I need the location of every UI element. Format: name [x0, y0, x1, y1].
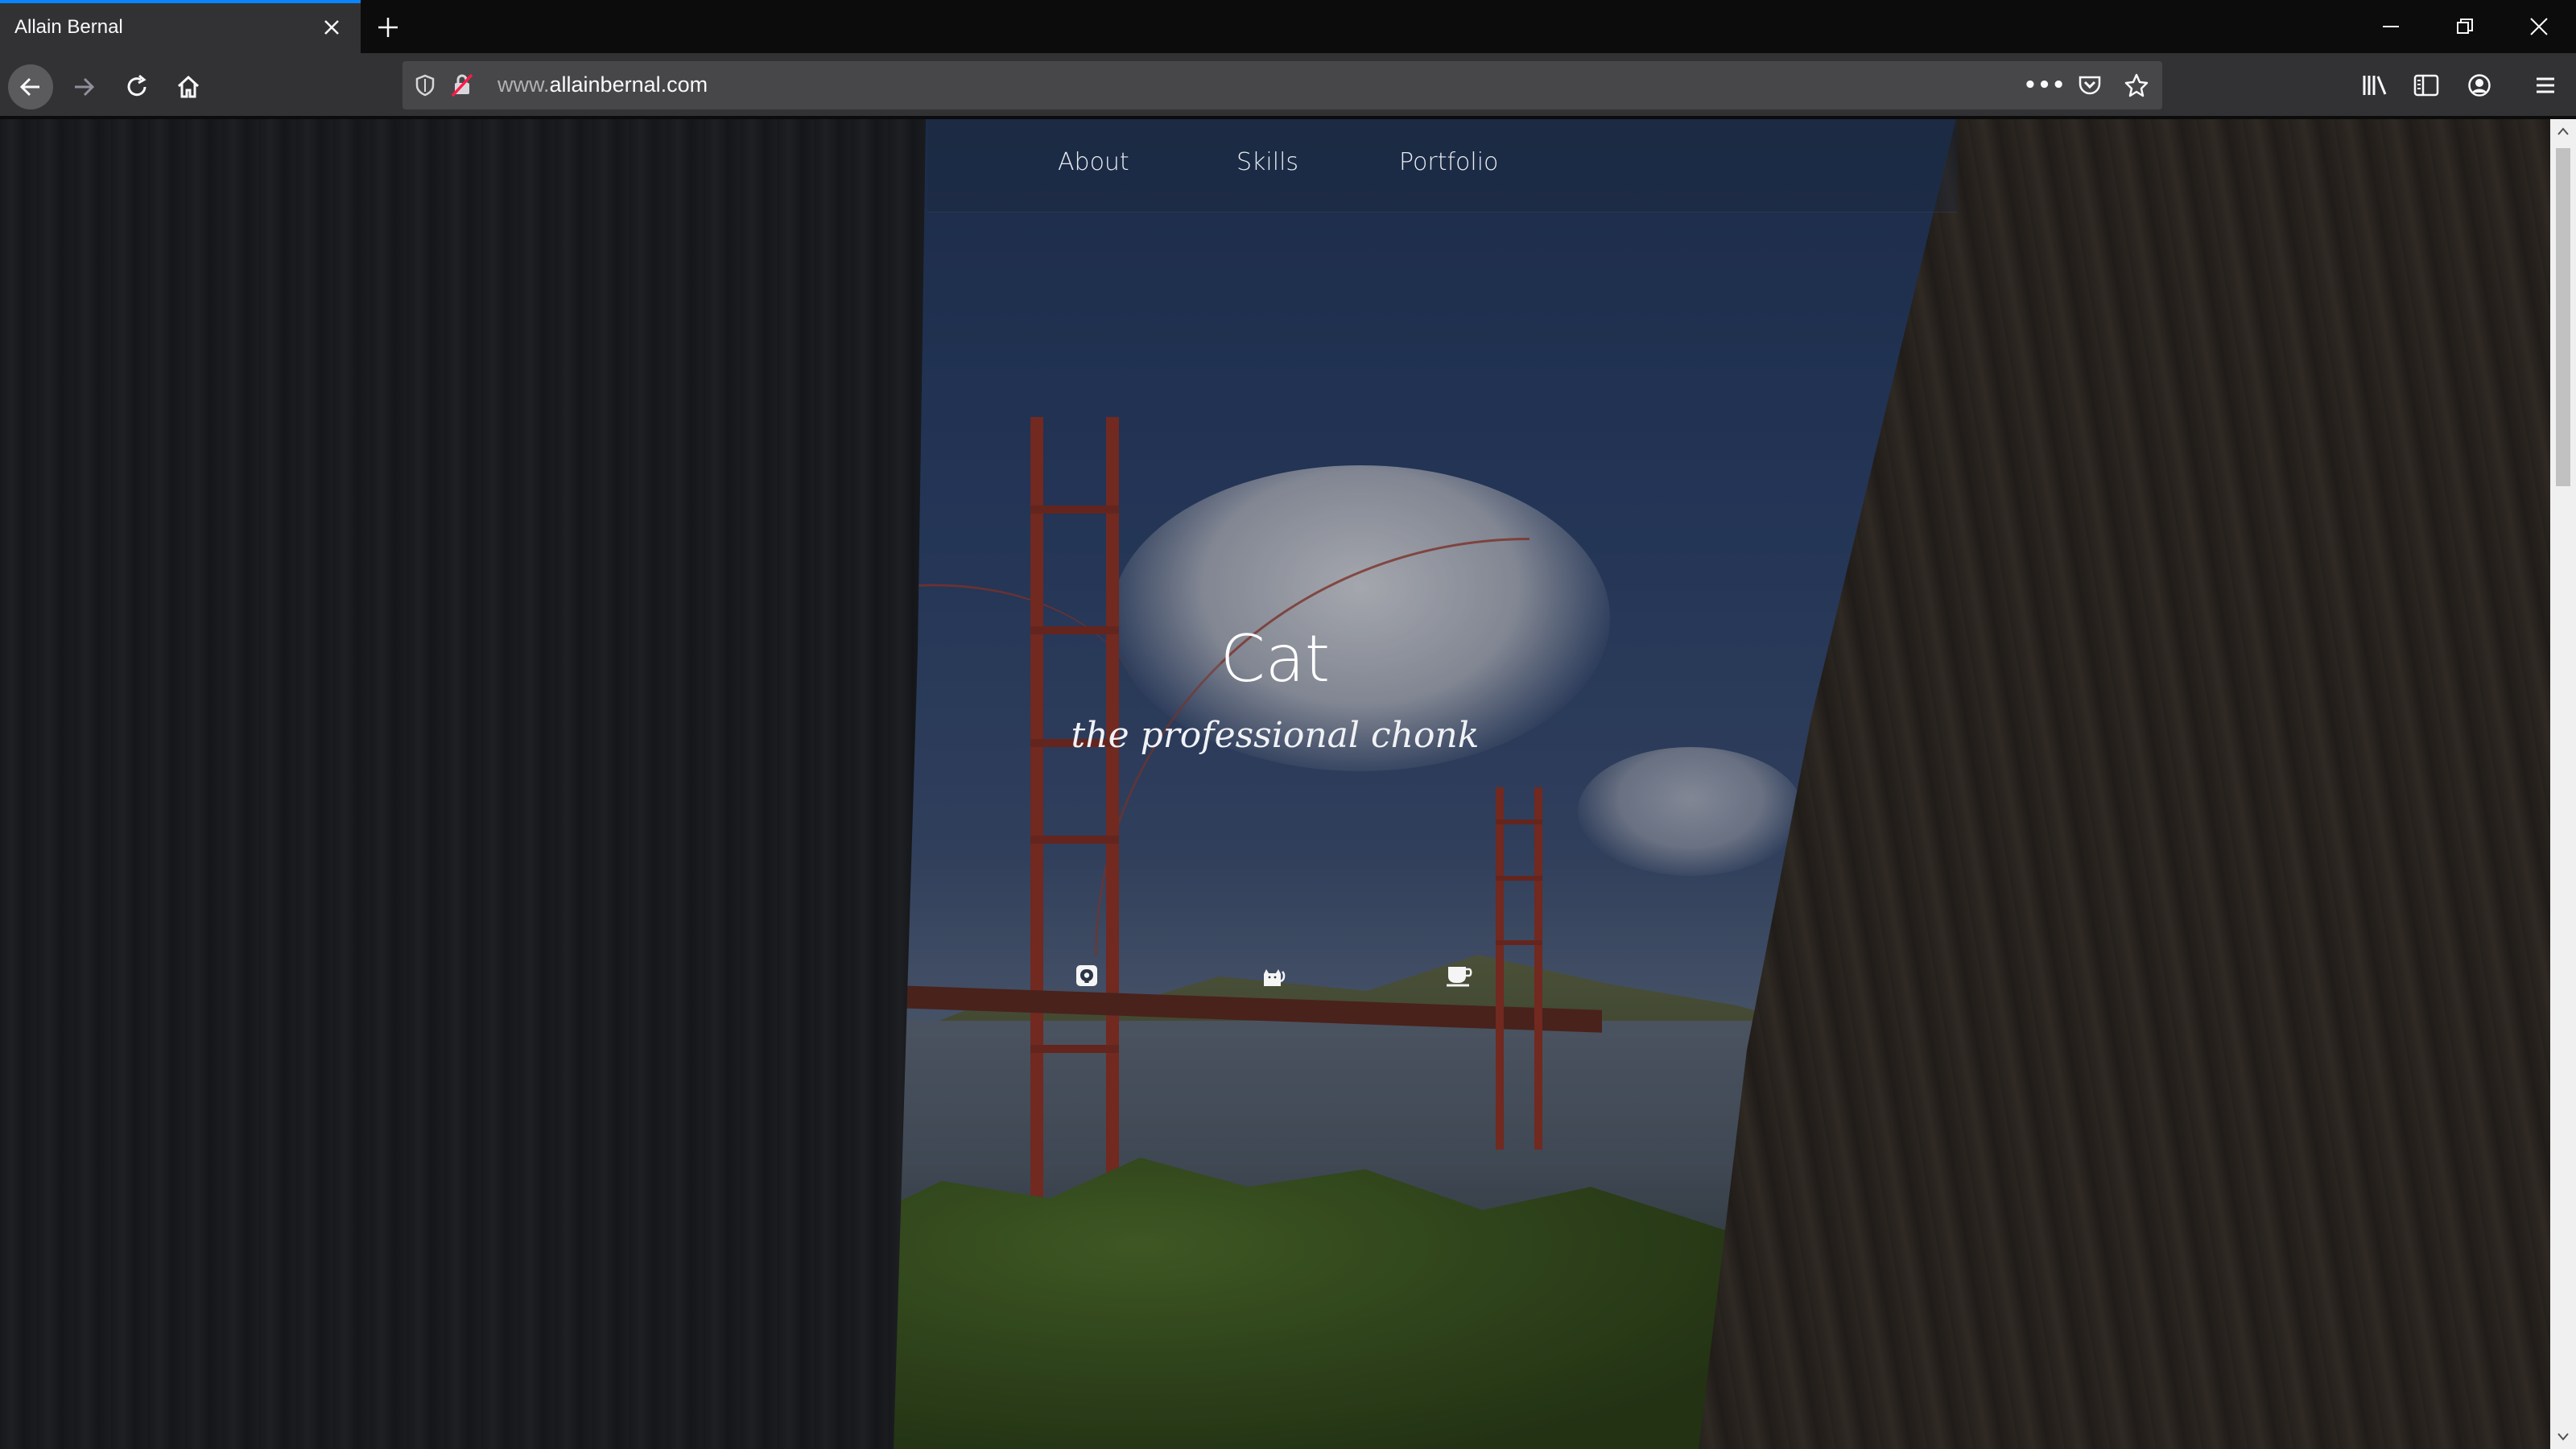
hero-title: Cat — [1220, 621, 1331, 696]
hero-subtitle: the professional chonk — [1071, 715, 1480, 756]
page-actions-menu-icon[interactable]: ••• — [2024, 72, 2066, 98]
save-to-pocket-icon[interactable] — [2077, 72, 2103, 98]
page-scrollbar[interactable] — [2550, 119, 2576, 1449]
hamburger-menu-icon[interactable] — [2529, 69, 2562, 101]
reload-button[interactable] — [114, 64, 159, 109]
forward-button[interactable] — [61, 64, 106, 109]
new-tab-icon[interactable] — [372, 11, 404, 43]
nav-link-portfolio[interactable]: Portfolio — [1399, 148, 1498, 176]
restore-icon[interactable] — [2441, 6, 2489, 47]
close-window-icon[interactable] — [2515, 6, 2563, 47]
close-tab-icon[interactable] — [319, 14, 345, 40]
url-prefix: www. — [497, 72, 550, 97]
tab-strip: Allain Bernal — [0, 0, 2576, 53]
insecure-connection-icon[interactable] — [449, 72, 475, 98]
minimize-icon[interactable] — [2367, 6, 2415, 47]
back-button[interactable] — [8, 64, 53, 109]
nav-link-about[interactable]: About — [1058, 148, 1129, 176]
page-viewport: About Skills Portfolio Cat the professio… — [0, 119, 2550, 1449]
url-host: allainbernal.com — [549, 72, 708, 97]
active-tab[interactable]: Allain Bernal — [0, 0, 361, 53]
sidebar-toggle-icon[interactable] — [2410, 69, 2442, 101]
navigation-toolbar: www.allainbernal.com ••• — [0, 53, 2576, 118]
scrollbar-thumb[interactable] — [2556, 148, 2570, 486]
home-button[interactable] — [166, 64, 211, 109]
tab-title: Allain Bernal — [14, 16, 123, 38]
overlay-shade — [0, 119, 2550, 1449]
address-bar[interactable]: www.allainbernal.com ••• — [402, 61, 2162, 109]
cat-icon[interactable] — [1254, 956, 1293, 995]
scroll-down-arrow-icon[interactable] — [2550, 1425, 2576, 1449]
library-icon[interactable] — [2359, 69, 2391, 101]
url-text[interactable]: www.allainbernal.com — [497, 72, 708, 97]
scroll-up-arrow-icon[interactable] — [2550, 119, 2576, 143]
github-icon[interactable] — [1067, 956, 1106, 995]
account-icon[interactable] — [2463, 69, 2496, 101]
nav-link-skills[interactable]: Skills — [1236, 148, 1298, 176]
site-header-nav: About Skills Portfolio — [927, 119, 1958, 213]
bookmark-star-icon[interactable] — [2124, 72, 2149, 98]
coffee-icon[interactable] — [1441, 956, 1480, 995]
tracking-protection-shield-icon[interactable] — [412, 72, 438, 98]
